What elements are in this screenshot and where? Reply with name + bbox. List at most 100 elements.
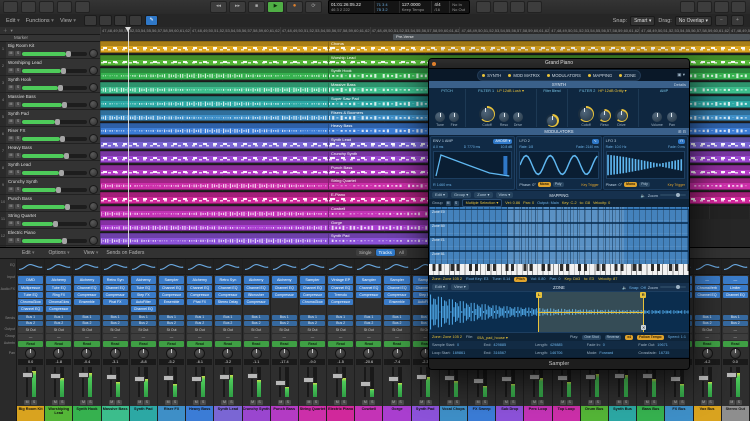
send-slot[interactable]: Bus 2 — [74, 321, 100, 326]
solo-button[interactable]: S — [369, 399, 376, 405]
track-name[interactable]: Worshiping Lead — [8, 60, 98, 65]
mute-button[interactable]: M — [8, 221, 14, 226]
mute-button[interactable]: M — [8, 102, 14, 107]
audio-fx-slot[interactable]: Channel EQ — [18, 306, 44, 312]
audio-fx-slot[interactable]: Ensemble — [158, 299, 185, 305]
mute-button[interactable]: M — [475, 399, 482, 405]
loop-close-icon[interactable]: ✕ — [641, 325, 647, 330]
solo-button[interactable]: S — [31, 399, 38, 405]
audio-fx-slot[interactable]: Phat FX — [187, 299, 213, 305]
group-slot[interactable]: — — [18, 334, 44, 340]
volume-fader[interactable] — [49, 373, 61, 380]
audio-fx-slot[interactable]: Multipressor — [18, 285, 44, 291]
solo-button[interactable]: S — [679, 399, 686, 405]
volume-value[interactable]: 0.0 — [722, 359, 748, 365]
pan-knob[interactable] — [89, 185, 98, 194]
group-slot[interactable]: — — [356, 334, 382, 340]
send-slot[interactable]: Bus 2 — [384, 321, 410, 326]
volume-slider[interactable] — [22, 237, 87, 244]
region[interactable] — [100, 150, 329, 163]
volume-value[interactable]: -1.1 — [243, 359, 269, 365]
send-slot[interactable]: Bus 2 — [694, 321, 720, 326]
region[interactable] — [100, 82, 329, 94]
volume-value[interactable]: -8.8 — [130, 359, 156, 365]
mapping-group-menu[interactable]: Group ▾ — [451, 192, 472, 198]
mute-button[interactable]: M — [108, 399, 115, 405]
track-header[interactable]: 7 Heavy Bass M S — [0, 144, 100, 161]
audio-fx-slot[interactable]: Channel EQ — [102, 285, 128, 291]
audio-fx-slot[interactable]: ChromaGlow — [18, 299, 44, 305]
output-slot[interactable]: St Out — [18, 327, 44, 333]
track-name[interactable]: Punch Bass — [8, 196, 98, 201]
region[interactable] — [100, 109, 329, 122]
solo-button[interactable]: S — [115, 399, 122, 405]
audio-fx-slot[interactable]: Channel EQ — [299, 285, 326, 291]
send-slot[interactable]: Bus 2 — [130, 321, 156, 326]
group-slot[interactable]: — — [130, 334, 156, 340]
playhead[interactable] — [125, 27, 131, 247]
volume-fader[interactable] — [21, 372, 33, 379]
send-slot[interactable]: Bus 1 — [46, 315, 72, 320]
channel-name-label[interactable]: Drum Bus — [580, 406, 608, 421]
send-slot[interactable]: Bus 1 — [18, 315, 44, 320]
param-value[interactable]: 0 — [603, 343, 605, 347]
channel-name-label[interactable]: Synth Bus — [608, 406, 637, 421]
snap-dropdown[interactable]: Smart ▾ — [630, 15, 656, 26]
automation-mode-button[interactable]: Read — [18, 341, 44, 347]
track-filter-icon[interactable]: ▾ — [11, 28, 13, 34]
sends-on-faders-label[interactable]: Sends on Faders — [106, 250, 144, 256]
group-slot[interactable]: — — [74, 334, 100, 340]
audio-fx-slot[interactable]: Channel EQ — [384, 285, 410, 291]
group-slot[interactable]: — — [215, 334, 241, 340]
send-slot[interactable]: Bus 1 — [271, 315, 297, 320]
group-slot[interactable]: — — [384, 334, 410, 340]
volume-value[interactable]: -6.1 — [187, 359, 213, 365]
track-header[interactable]: 9 Crunchy Synth M S — [0, 178, 100, 195]
mute-button[interactable]: M — [52, 399, 59, 405]
output-slot[interactable]: St Out — [158, 327, 185, 333]
audio-fx-slot[interactable]: Channel EQ — [722, 292, 748, 298]
audio-fx-slot[interactable]: Channel EQ — [694, 292, 720, 298]
lcd-display[interactable]: 01:01:26:05.22 46 3 2 222 71 3 4 75 3 2 … — [328, 0, 470, 14]
filter2-cutoff-knob[interactable] — [579, 107, 593, 121]
track-name[interactable]: Synth Hook — [8, 77, 98, 82]
lfo2-wave-icon[interactable]: ∿ — [591, 138, 599, 144]
solo-button[interactable]: S — [707, 399, 714, 405]
output-slot[interactable]: St Out — [356, 327, 382, 333]
pan-knob[interactable] — [137, 348, 149, 359]
mute-button[interactable]: M — [587, 399, 594, 405]
solo-button[interactable]: S — [538, 399, 545, 405]
solo-button[interactable]: S — [623, 399, 630, 405]
solo-button[interactable]: S — [15, 238, 21, 243]
filter1-cutoff-knob[interactable] — [480, 107, 494, 121]
mute-button[interactable]: M — [8, 85, 14, 90]
automation-mode-button[interactable]: Read — [102, 341, 128, 347]
pencil-tool-selected-icon[interactable]: ✎ — [145, 15, 159, 26]
volume-value[interactable]: -17.4 — [271, 359, 297, 365]
volume-fader[interactable] — [190, 376, 202, 382]
mute-button[interactable]: M — [418, 399, 425, 405]
automation-mode-button[interactable]: Read — [46, 341, 72, 347]
solo-button[interactable]: S — [228, 399, 235, 405]
send-slot[interactable]: Bus 2 — [722, 321, 748, 326]
solo-button[interactable]: S — [200, 399, 207, 405]
audio-fx-slot[interactable]: ChromaVerb — [694, 285, 720, 291]
x4-button[interactable]: x4 — [625, 334, 634, 340]
output-slot[interactable]: St Out — [271, 327, 297, 333]
zoom-h-slider[interactable]: − — [715, 15, 728, 26]
solo-button[interactable]: S — [256, 399, 263, 405]
volume-fader[interactable] — [162, 375, 174, 382]
automation-mode-button[interactable]: Read — [722, 341, 748, 347]
plugin-tab[interactable]: MODULATORS — [546, 73, 581, 78]
audio-fx-slot[interactable]: ChromaGlow — [46, 299, 72, 305]
audio-fx-slot[interactable]: Compressor — [187, 292, 213, 298]
pan-knob[interactable] — [729, 348, 741, 359]
audio-fx-slot[interactable]: Step FX — [130, 292, 156, 298]
channel-name-label[interactable]: Punch Bass — [270, 406, 298, 421]
pan-knob[interactable] — [222, 348, 234, 359]
param-value[interactable]: Forward — [599, 351, 613, 355]
channel-name-label[interactable]: Heavy Bass — [186, 406, 214, 421]
tune-knob[interactable] — [435, 112, 445, 122]
pan-knob[interactable] — [701, 348, 713, 359]
instrument-slot[interactable]: Vintage EP — [328, 276, 354, 284]
